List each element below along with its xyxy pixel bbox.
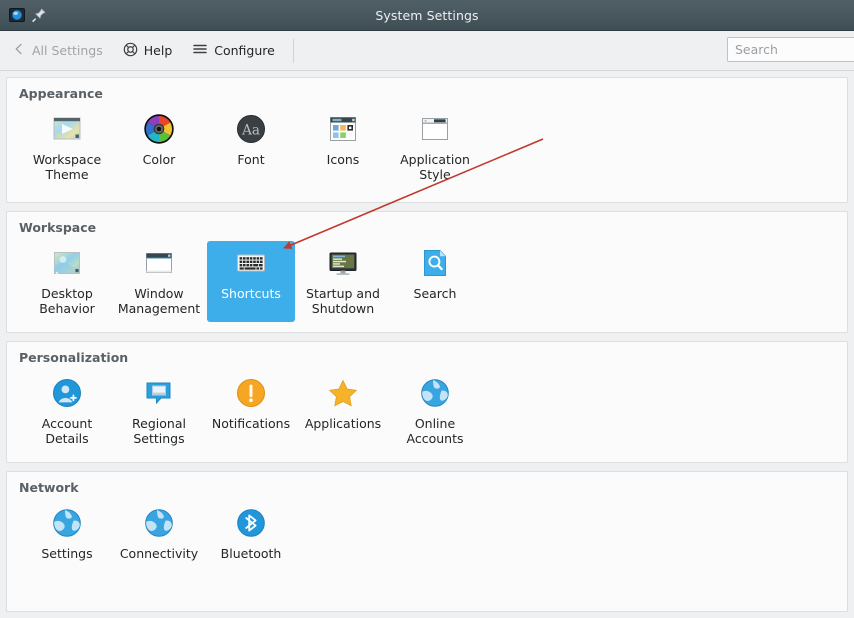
settings-module-account-details[interactable]: Account Details <box>23 371 111 452</box>
settings-modules-area[interactable]: Appearance Workspace Theme Color Aa Font… <box>0 71 854 618</box>
help-label: Help <box>143 43 173 58</box>
tile-row: Account Details Regional Settings Notifi… <box>7 367 847 462</box>
module-label: Account Details <box>41 416 93 446</box>
system-settings-icon[interactable] <box>9 7 25 23</box>
all-settings-button[interactable]: All Settings <box>4 37 111 65</box>
color-wheel-icon <box>143 113 175 152</box>
search-input[interactable] <box>727 37 854 62</box>
tile-row: Workspace Theme Color Aa Font Icons Appl… <box>7 103 847 202</box>
module-label: Settings <box>41 546 93 561</box>
configure-label: Configure <box>214 43 275 58</box>
section-panel-workspace: Workspace Desktop Behavior Window Manage… <box>6 211 848 333</box>
account-user-icon <box>51 377 83 416</box>
startup-shutdown-icon <box>327 247 359 286</box>
module-label: Search <box>413 286 457 301</box>
notifications-icon <box>235 377 267 416</box>
module-label: Icons <box>326 152 360 167</box>
tile-row: Settings Connectivity Bluetooth <box>7 497 847 611</box>
chevron-left-icon <box>12 42 26 59</box>
settings-module-bluetooth[interactable]: Bluetooth <box>207 501 295 567</box>
settings-module-regional-settings[interactable]: Regional Settings <box>115 371 203 452</box>
network-globe-icon <box>51 507 83 546</box>
icons-window-icon <box>327 113 359 152</box>
module-label: Color <box>142 152 176 167</box>
settings-module-workspace-theme[interactable]: Workspace Theme <box>23 107 111 188</box>
settings-module-application-style[interactable]: Application Style <box>391 107 479 188</box>
window-titlebar: System Settings <box>0 0 854 31</box>
pin-icon[interactable] <box>31 7 47 23</box>
settings-module-desktop-behavior[interactable]: Desktop Behavior <box>23 241 111 322</box>
module-label: Bluetooth <box>220 546 282 561</box>
section-title: Appearance <box>19 86 103 101</box>
font-aa-icon: Aa <box>235 113 267 152</box>
online-accounts-globe-icon <box>419 377 451 416</box>
settings-module-window-management[interactable]: Window Management <box>115 241 203 322</box>
section-title: Network <box>19 480 79 495</box>
configure-button[interactable]: Configure <box>184 37 283 65</box>
settings-module-startup-and-shutdown[interactable]: Startup and Shutdown <box>299 241 387 322</box>
section-title: Personalization <box>19 350 129 365</box>
all-settings-label: All Settings <box>32 43 103 58</box>
section-panel-appearance: Appearance Workspace Theme Color Aa Font… <box>6 77 848 203</box>
module-label: Startup and Shutdown <box>306 286 380 316</box>
module-label: Shortcuts <box>221 286 281 301</box>
panel-list: Appearance Workspace Theme Color Aa Font… <box>0 77 854 618</box>
application-style-icon <box>419 113 451 152</box>
module-label: Regional Settings <box>132 416 186 446</box>
settings-module-shortcuts[interactable]: Shortcuts <box>207 241 295 322</box>
help-button[interactable]: Help <box>115 37 181 65</box>
desktop-behavior-icon <box>51 247 83 286</box>
search-document-icon <box>419 247 451 286</box>
module-label: Workspace Theme <box>32 152 102 182</box>
bluetooth-icon <box>235 507 267 546</box>
workspace-theme-icon <box>51 113 83 152</box>
lifering-help-icon <box>123 42 138 60</box>
search-container <box>727 37 854 62</box>
applications-star-icon <box>327 377 359 416</box>
settings-module-font[interactable]: Aa Font <box>207 107 295 188</box>
svg-text:Aa: Aa <box>241 122 260 138</box>
module-label: Window Management <box>117 286 201 316</box>
settings-module-notifications[interactable]: Notifications <box>207 371 295 452</box>
section-title: Workspace <box>19 220 97 235</box>
module-label: Notifications <box>211 416 291 431</box>
window-title: System Settings <box>375 7 479 23</box>
module-label: Application Style <box>400 152 470 182</box>
window-management-icon <box>143 247 175 286</box>
main-toolbar: All Settings Help Configure Search <box>0 31 854 71</box>
module-label: Connectivity <box>119 546 199 561</box>
module-label: Online Accounts <box>406 416 464 446</box>
section-panel-personalization: Personalization Account Details Regional… <box>6 341 848 463</box>
tile-row: Desktop Behavior Window Management Short… <box>7 237 847 332</box>
settings-module-icons[interactable]: Icons <box>299 107 387 188</box>
settings-module-connectivity[interactable]: Connectivity <box>115 501 203 567</box>
settings-module-settings[interactable]: Settings <box>23 501 111 567</box>
module-label: Desktop Behavior <box>39 286 95 316</box>
regional-flag-icon <box>143 377 175 416</box>
keyboard-shortcuts-icon <box>235 247 267 286</box>
section-panel-network: Network Settings Connectivity Bluetooth <box>6 471 848 612</box>
settings-module-online-accounts[interactable]: Online Accounts <box>391 371 479 452</box>
hamburger-menu-icon <box>192 42 208 59</box>
toolbar-separator <box>292 38 294 63</box>
module-label: Font <box>237 152 265 167</box>
connectivity-globe-icon <box>143 507 175 546</box>
settings-module-applications[interactable]: Applications <box>299 371 387 452</box>
module-label: Applications <box>304 416 382 431</box>
titlebar-icon-group <box>0 7 47 23</box>
settings-module-color[interactable]: Color <box>115 107 203 188</box>
settings-module-search[interactable]: Search <box>391 241 479 322</box>
